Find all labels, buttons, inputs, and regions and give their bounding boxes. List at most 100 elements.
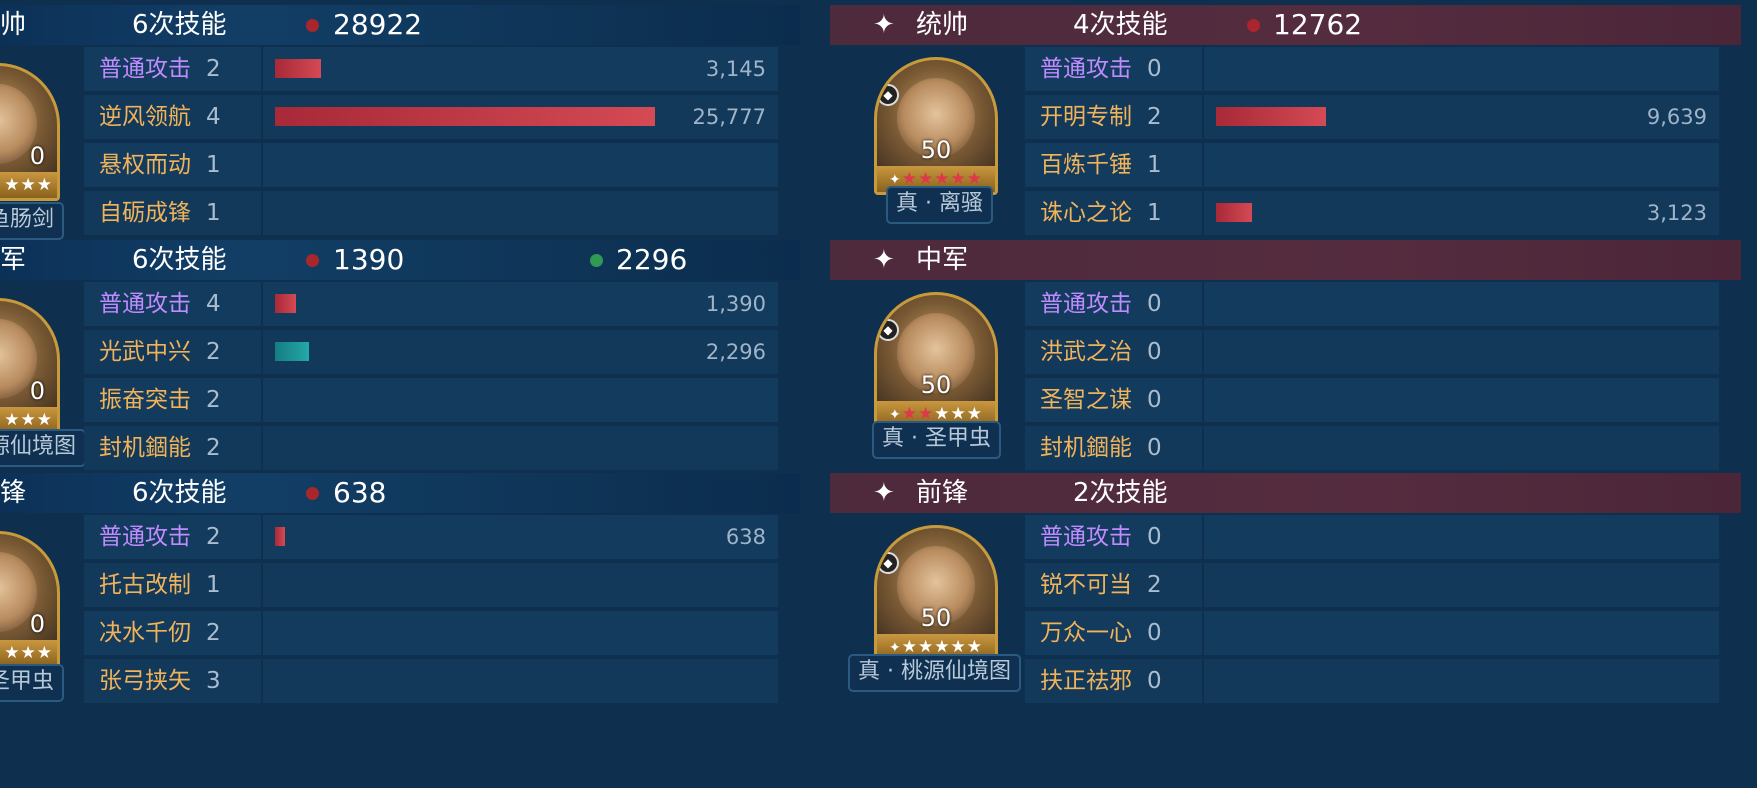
skill-cast-count: 6次技能	[132, 10, 227, 40]
row-divider	[1202, 95, 1204, 139]
skill-name: 诛心之论	[1040, 200, 1132, 226]
section-role: 中军	[916, 245, 969, 275]
damage-value: 3,145	[705, 57, 766, 81]
sparkle-icon: ✦	[873, 245, 895, 275]
hero-portrait[interactable]: ◆ 50 ✦★★★★★	[874, 57, 998, 195]
skill-name: 扶正祛邪	[1040, 668, 1132, 694]
skill-count: 4	[206, 104, 221, 130]
hero-portrait[interactable]: 0 ★★★	[0, 63, 60, 201]
hero-gear-label[interactable]: 源仙境图	[0, 429, 87, 467]
hero-stars: ★★★	[0, 640, 57, 666]
damage-value: 2,296	[705, 340, 766, 364]
skill-row: 百炼千锤 1	[1025, 143, 1719, 187]
hero-level: 50	[920, 371, 952, 399]
damage-total: 1390	[333, 243, 405, 276]
skill-count: 0	[1147, 620, 1162, 646]
skill-name: 悬权而动	[99, 152, 191, 178]
skill-name: 振奋突击	[99, 387, 191, 413]
hero-gear-label[interactable]: 鱼肠剑	[0, 202, 65, 240]
hero-portrait[interactable]: 0 ★★★	[0, 531, 60, 669]
row-divider	[261, 47, 263, 91]
row-divider	[1202, 191, 1204, 235]
skill-row: 普通攻击 4 1,390	[84, 282, 778, 326]
skill-row: 锐不可当 2	[1025, 563, 1719, 607]
section-header: 锋 6次技能 638	[0, 473, 800, 513]
red-dot-icon	[306, 487, 319, 500]
row-divider	[261, 563, 263, 607]
star-icon: ★★★	[4, 410, 53, 430]
left-section-1: 军 6次技能 1390 2296 0 ★★★源仙境图 普通攻击 4 1,390 光武中兴 2 2,29…	[0, 240, 800, 470]
hero-stars: ★★★	[0, 172, 57, 198]
skill-row: 普通攻击 0	[1025, 282, 1719, 326]
skill-name: 锐不可当	[1040, 572, 1132, 598]
skill-count: 1	[206, 572, 221, 598]
skill-row: 普通攻击 2 638	[84, 515, 778, 559]
hero-gear-label[interactable]: 真 · 离骚	[886, 186, 993, 224]
red-dot-icon	[306, 254, 319, 267]
skill-row: 普通攻击 0	[1025, 47, 1719, 91]
damage-bar	[1216, 107, 1326, 126]
left-section-2: 锋 6次技能 638 0 ★★★圣甲虫 普通攻击 2 638 托古改制 1 决水千仞 2 张弓挟矢 3	[0, 473, 800, 703]
damage-total: 638	[333, 476, 387, 509]
skill-name: 普通攻击	[99, 524, 191, 550]
skill-count: 0	[1147, 524, 1162, 550]
hero-portrait[interactable]: ◆ 50 ✦★★★★★	[874, 525, 998, 663]
skill-row: 圣智之谋 0	[1025, 378, 1719, 422]
skill-count: 1	[1147, 200, 1162, 226]
hero-gear-label[interactable]: 真 · 圣甲虫	[872, 421, 1001, 459]
skill-row: 普通攻击 0	[1025, 515, 1719, 559]
sparkle-icon: ✦	[873, 478, 895, 508]
hero-gear-label[interactable]: 真 · 桃源仙境图	[848, 654, 1021, 692]
skill-count: 2	[206, 339, 221, 365]
skill-count: 4	[206, 291, 221, 317]
left-section-0: 帅 6次技能 28922 0 ★★★ 鱼肠剑 普通攻击 2 3,145 逆风领航 4 25,777 悬权…	[0, 5, 800, 240]
skill-count: 2	[1147, 104, 1162, 130]
damage-total: 28922	[333, 8, 423, 41]
sparkle-icon: ✦	[873, 10, 895, 40]
section-role: 锋	[0, 478, 27, 508]
green-dot-icon	[590, 254, 603, 267]
skill-name: 张弓挟矢	[99, 668, 191, 694]
skill-count: 2	[206, 56, 221, 82]
hero-portrait[interactable]: ◆ 50 ✦★★★★★	[874, 292, 998, 430]
skill-row: 托古改制 1	[84, 563, 778, 607]
row-divider	[1202, 515, 1204, 559]
row-divider	[261, 191, 263, 235]
skill-count: 2	[1147, 572, 1162, 598]
row-divider	[1202, 330, 1204, 374]
section-header: ✦ 统帅 4次技能 12762	[830, 5, 1741, 45]
section-role: 军	[0, 245, 27, 275]
skill-row: 自砺成锋 1	[84, 191, 778, 235]
star-icon: ★★★	[4, 643, 53, 663]
hero-portrait[interactable]: 0 ★★★	[0, 298, 60, 436]
damage-value: 9,639	[1646, 105, 1707, 129]
row-divider	[261, 515, 263, 559]
skill-name: 万众一心	[1040, 620, 1132, 646]
skill-name: 托古改制	[99, 572, 191, 598]
skill-row: 普通攻击 2 3,145	[84, 47, 778, 91]
skill-row: 开明专制 2 9,639	[1025, 95, 1719, 139]
skill-row: 洪武之治 0	[1025, 330, 1719, 374]
section-role: 前锋	[916, 478, 969, 508]
skill-count: 0	[1147, 291, 1162, 317]
hero-type-icon: ◆	[877, 552, 899, 574]
hero-type-icon: ◆	[877, 319, 899, 341]
row-divider	[1202, 378, 1204, 422]
skill-count: 1	[206, 152, 221, 178]
damage-value: 1,390	[705, 292, 766, 316]
skill-count: 1	[206, 200, 221, 226]
skill-row: 振奋突击 2	[84, 378, 778, 422]
skill-row: 诛心之论 1 3,123	[1025, 191, 1719, 235]
hero-level: 50	[920, 136, 952, 164]
section-role: 统帅	[916, 10, 969, 40]
section-header: ✦ 前锋 2次技能	[830, 473, 1741, 513]
hero-gear-label[interactable]: 圣甲虫	[0, 664, 65, 702]
skill-count: 0	[1147, 435, 1162, 461]
skill-name: 普通攻击	[1040, 56, 1132, 82]
skill-count: 0	[1147, 56, 1162, 82]
section-header: 军 6次技能 1390 2296	[0, 240, 800, 280]
skill-row: 封机錮能 2	[84, 426, 778, 470]
skill-name: 圣智之谋	[1040, 387, 1132, 413]
skill-count: 0	[1147, 339, 1162, 365]
skill-row: 光武中兴 2 2,296	[84, 330, 778, 374]
